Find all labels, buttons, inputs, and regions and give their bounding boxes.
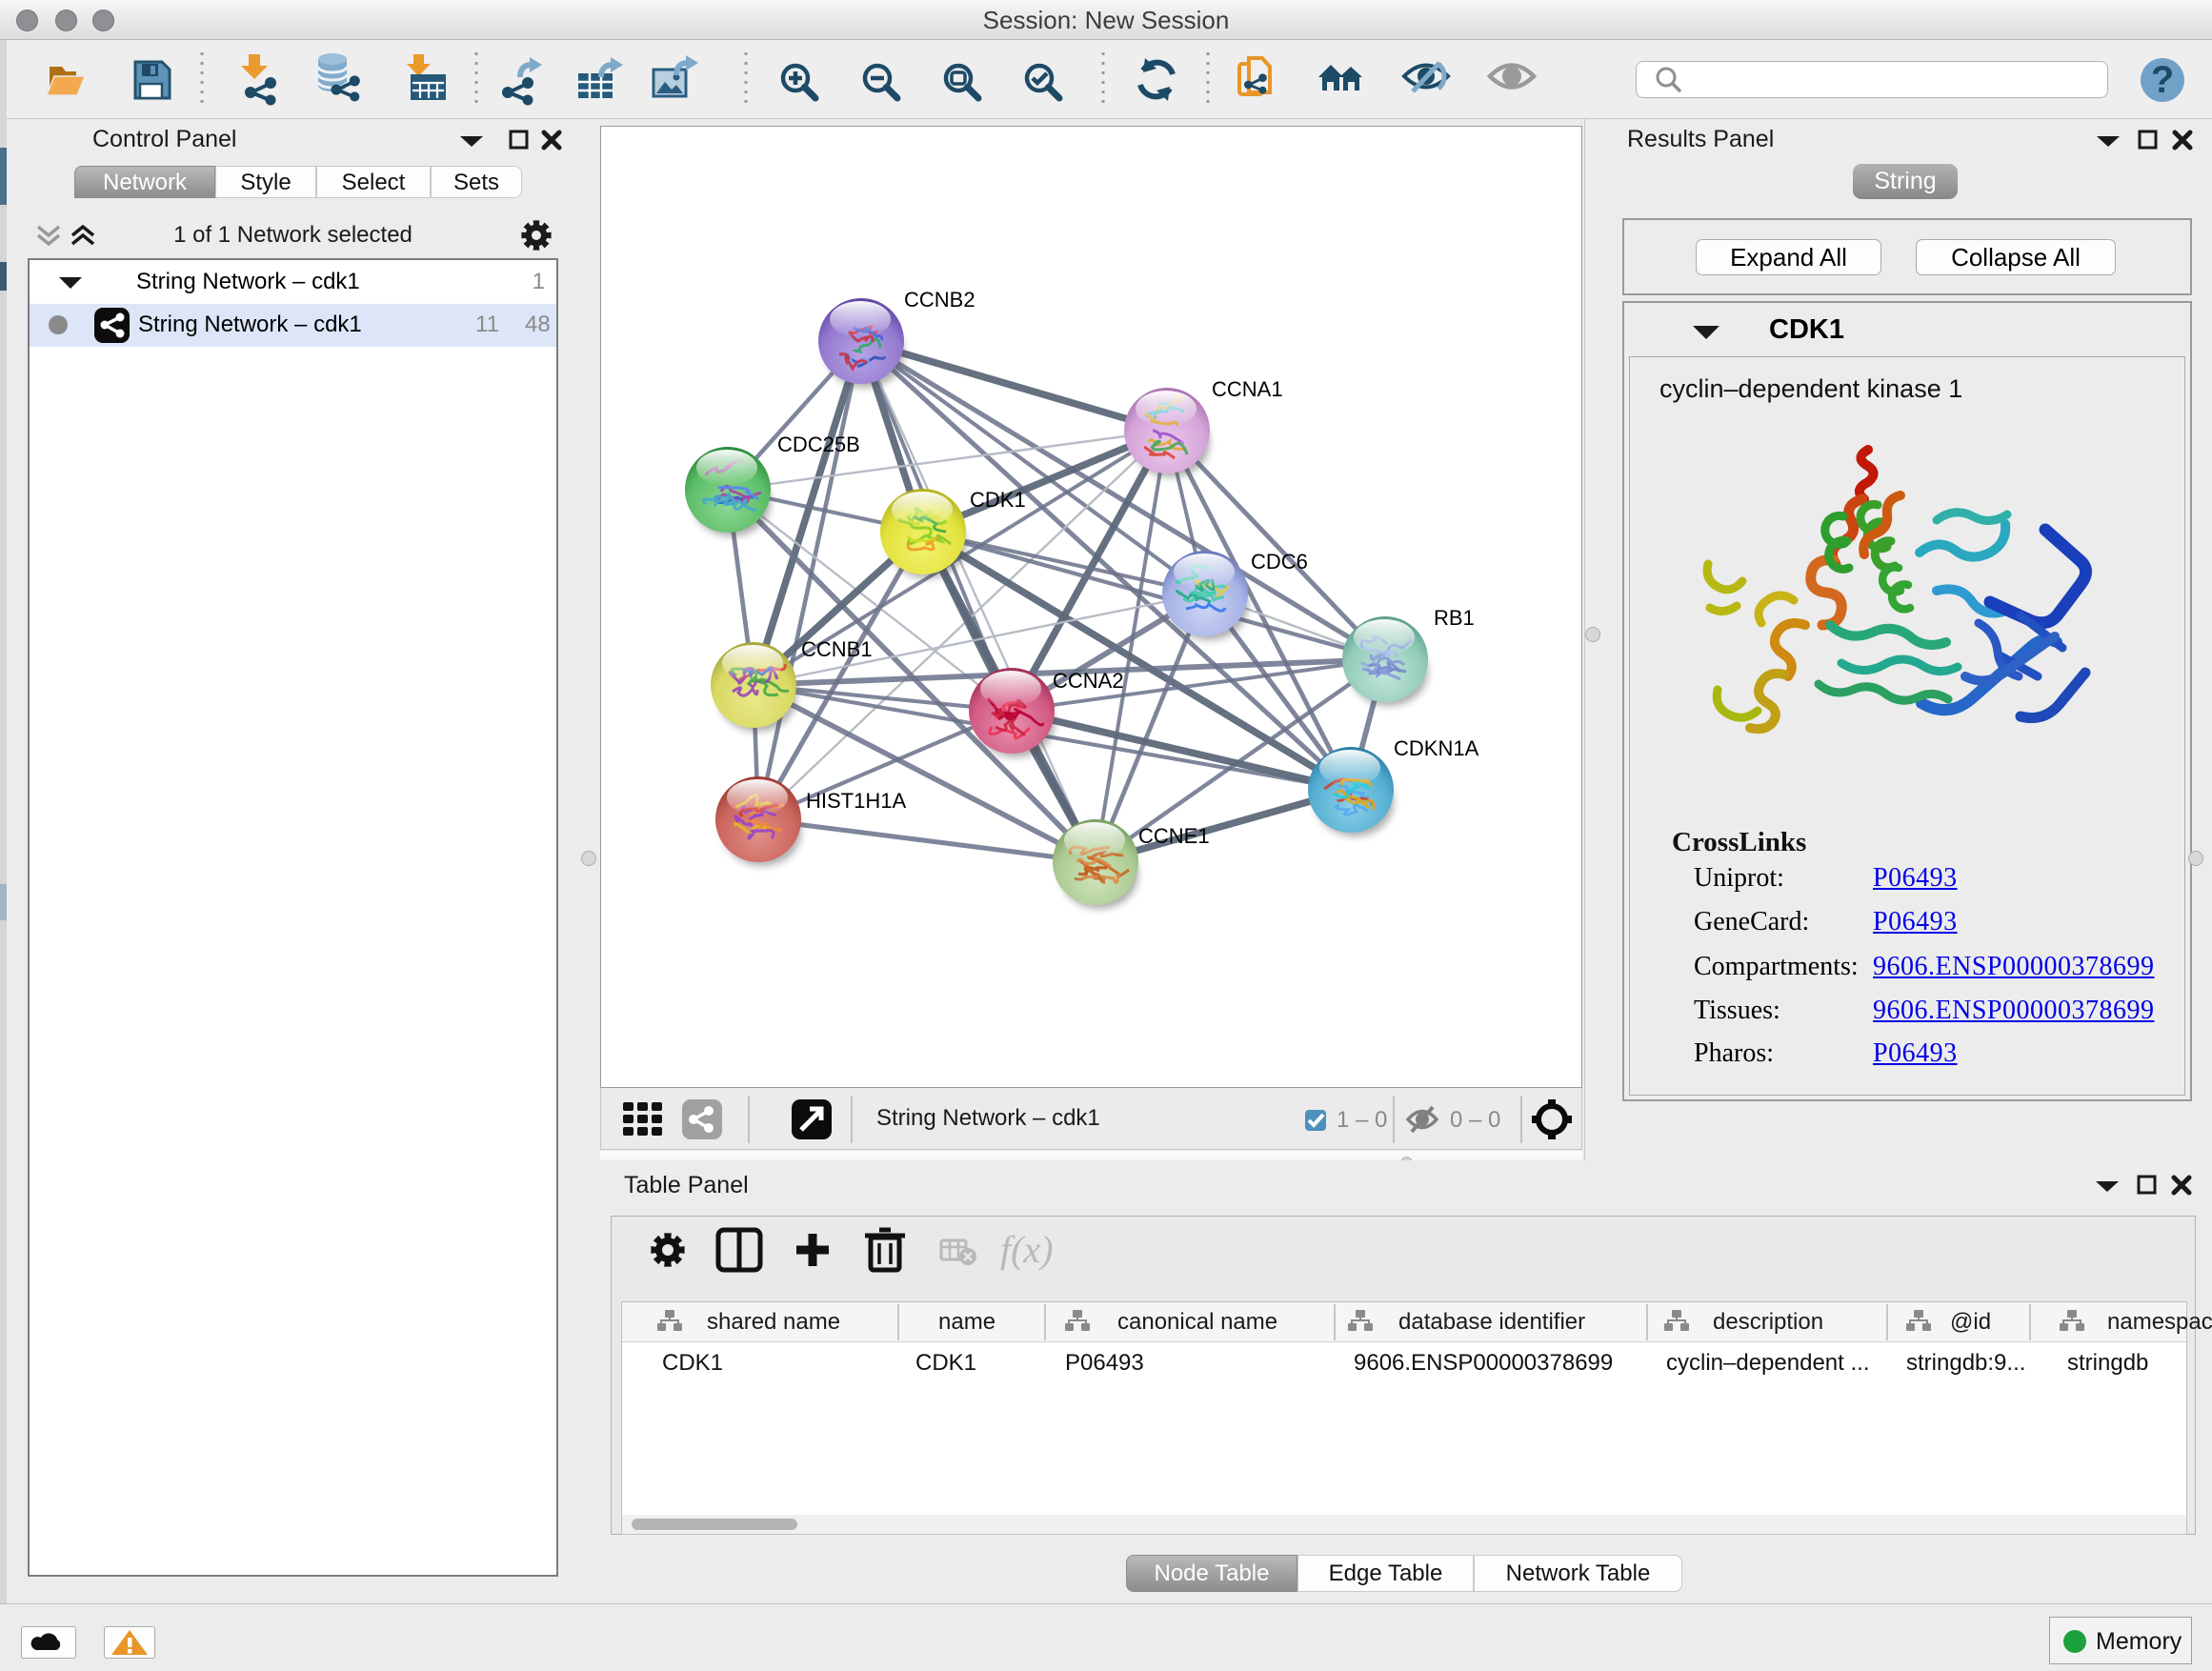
svg-text:CDC25B: CDC25B <box>777 433 860 456</box>
svg-text:CDKN1A: CDKN1A <box>1394 736 1479 760</box>
svg-text:CCNA1: CCNA1 <box>1212 377 1283 401</box>
svg-text:RB1: RB1 <box>1434 606 1475 630</box>
svg-text:CCNB2: CCNB2 <box>904 288 975 312</box>
svg-text:CDC6: CDC6 <box>1251 550 1308 574</box>
svg-text:CCNE1: CCNE1 <box>1138 824 1210 848</box>
svg-text:HIST1H1A: HIST1H1A <box>806 789 906 813</box>
svg-text:f(x): f(x) <box>1000 1228 1054 1271</box>
svg-text:CCNB1: CCNB1 <box>801 637 873 661</box>
svg-text:?: ? <box>2151 59 2174 101</box>
svg-text:CDK1: CDK1 <box>970 488 1026 512</box>
svg-text:CCNA2: CCNA2 <box>1053 669 1124 693</box>
